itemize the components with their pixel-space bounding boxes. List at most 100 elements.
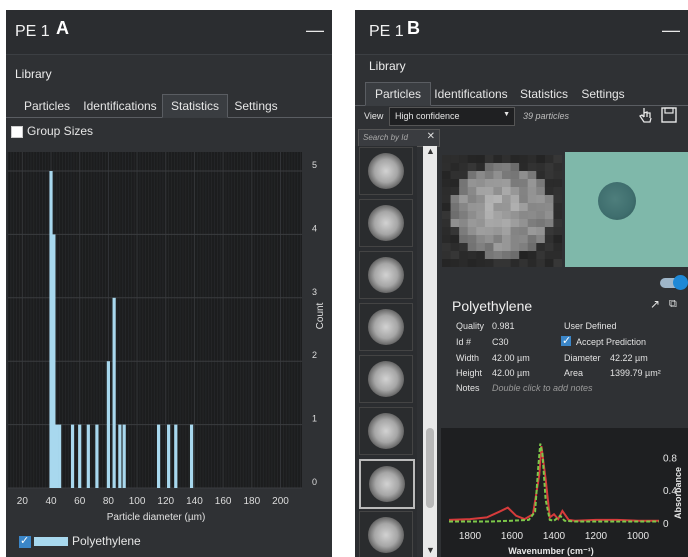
tab-statistics[interactable]: Statistics (515, 83, 573, 105)
tab-particles[interactable]: Particles (18, 95, 76, 117)
dropdown-arrow-icon: ▼ (503, 111, 510, 118)
image-pixel (484, 219, 494, 228)
particle-thumbnail (368, 309, 404, 345)
image-pixel (553, 243, 562, 252)
image-pixel (519, 251, 529, 260)
image-pixel (467, 187, 477, 196)
y-tick-label: 2 (312, 350, 317, 360)
tab-identifications[interactable]: Identifications (431, 83, 511, 105)
image-pixel (450, 187, 460, 196)
image-pixel (519, 235, 529, 244)
image-pixel (536, 243, 546, 252)
image-pixel (502, 163, 512, 172)
legend-label: Polyethylene (72, 534, 141, 548)
image-pixel (527, 187, 537, 196)
image-pixel (527, 227, 537, 236)
width-label: Width (456, 353, 480, 363)
particle-optical-image (565, 152, 688, 267)
open-external-icon[interactable]: ↗ (650, 297, 660, 311)
popout-icon[interactable]: ⧉ (669, 298, 677, 311)
tab-settings[interactable]: Settings (228, 95, 284, 117)
histogram-bar (49, 171, 53, 488)
legend-checkbox[interactable] (19, 534, 31, 548)
image-pixel (553, 171, 562, 180)
list-item[interactable] (359, 147, 413, 195)
minus-icon[interactable]: — (306, 20, 324, 41)
image-pixel (544, 187, 554, 196)
image-pixel (476, 195, 486, 204)
list-item[interactable] (359, 511, 413, 557)
image-pixel (476, 243, 486, 252)
image-pixel (553, 179, 562, 188)
spectrum-y-tick: 0 (663, 519, 669, 530)
image-pixel (476, 155, 486, 164)
image-pixel (536, 227, 546, 236)
image-pixel (510, 155, 520, 164)
histogram-bar (95, 424, 99, 488)
area-label: Area (564, 368, 584, 378)
histogram-bar (189, 424, 194, 488)
view-label: View (364, 111, 384, 121)
notes-field[interactable]: Double click to add notes (492, 383, 593, 393)
histogram-bar (70, 424, 75, 488)
image-pixel (467, 235, 477, 244)
image-pixel (484, 179, 494, 188)
save-icon[interactable] (661, 107, 677, 123)
image-pixel (553, 155, 562, 164)
image-pixel (510, 251, 520, 260)
image-pixel (536, 259, 546, 267)
list-item[interactable] (359, 251, 413, 299)
image-pixel (450, 259, 460, 267)
scrollbar[interactable]: ▲ ▼ (423, 146, 437, 557)
toggle-switch[interactable] (660, 275, 688, 290)
tab-particles[interactable]: Particles (365, 82, 431, 106)
id-label: Id # (456, 337, 472, 347)
image-pixel (510, 187, 520, 196)
list-item[interactable] (359, 355, 413, 403)
tab-identifications[interactable]: Identifications (80, 95, 160, 117)
image-pixel (527, 179, 537, 188)
scroll-up-icon[interactable]: ▲ (426, 146, 435, 156)
image-pixel (467, 251, 477, 260)
group-sizes-checkbox[interactable] (11, 126, 23, 138)
histogram-bar (122, 424, 126, 488)
tab-settings[interactable]: Settings (577, 83, 629, 105)
tab-bar: Particles Identifications Statistics Set… (6, 94, 332, 118)
x-axis-label: Particle diameter (µm) (107, 512, 206, 523)
tab-statistics[interactable]: Statistics (162, 94, 228, 118)
list-item[interactable] (359, 199, 413, 247)
list-item-selected[interactable] (359, 459, 415, 509)
image-pixel (519, 243, 529, 252)
list-item[interactable] (359, 407, 413, 455)
search-input[interactable]: Search by Id ✕ (358, 129, 440, 147)
image-pixel (544, 243, 554, 252)
particle-thumbnail (368, 361, 404, 397)
image-pixel (450, 219, 460, 228)
hand-pointer-icon[interactable] (637, 105, 655, 125)
panel-title: PE 1 (369, 23, 404, 40)
image-pixel (442, 259, 452, 267)
image-pixel (493, 227, 503, 236)
minus-icon[interactable]: — (662, 20, 680, 41)
image-pixel (519, 171, 529, 180)
image-pixel (459, 211, 469, 220)
image-pixel (459, 171, 469, 180)
histogram-bar (58, 424, 62, 488)
scrollbar-thumb[interactable] (426, 428, 434, 508)
particle-size-histogram: 20 40 60 80 100 120 140 160 180 200 0 1 2 3 4 5 Partic… (6, 146, 332, 530)
list-item[interactable] (359, 303, 413, 351)
particle-thumbnail (368, 413, 404, 449)
view-select[interactable]: High confidence ▼ (389, 107, 515, 126)
image-pixel (553, 163, 562, 172)
image-pixel (527, 235, 537, 244)
image-pixel (527, 163, 537, 172)
accept-prediction-checkbox[interactable] (561, 334, 571, 347)
scroll-down-icon[interactable]: ▼ (426, 545, 435, 555)
image-pixel (459, 179, 469, 188)
clear-search-icon[interactable]: ✕ (427, 131, 435, 142)
image-pixel (553, 259, 562, 267)
image-pixel (442, 155, 452, 164)
image-pixel (536, 251, 546, 260)
image-pixel (476, 187, 486, 196)
x-tick-label: 120 (157, 496, 174, 507)
